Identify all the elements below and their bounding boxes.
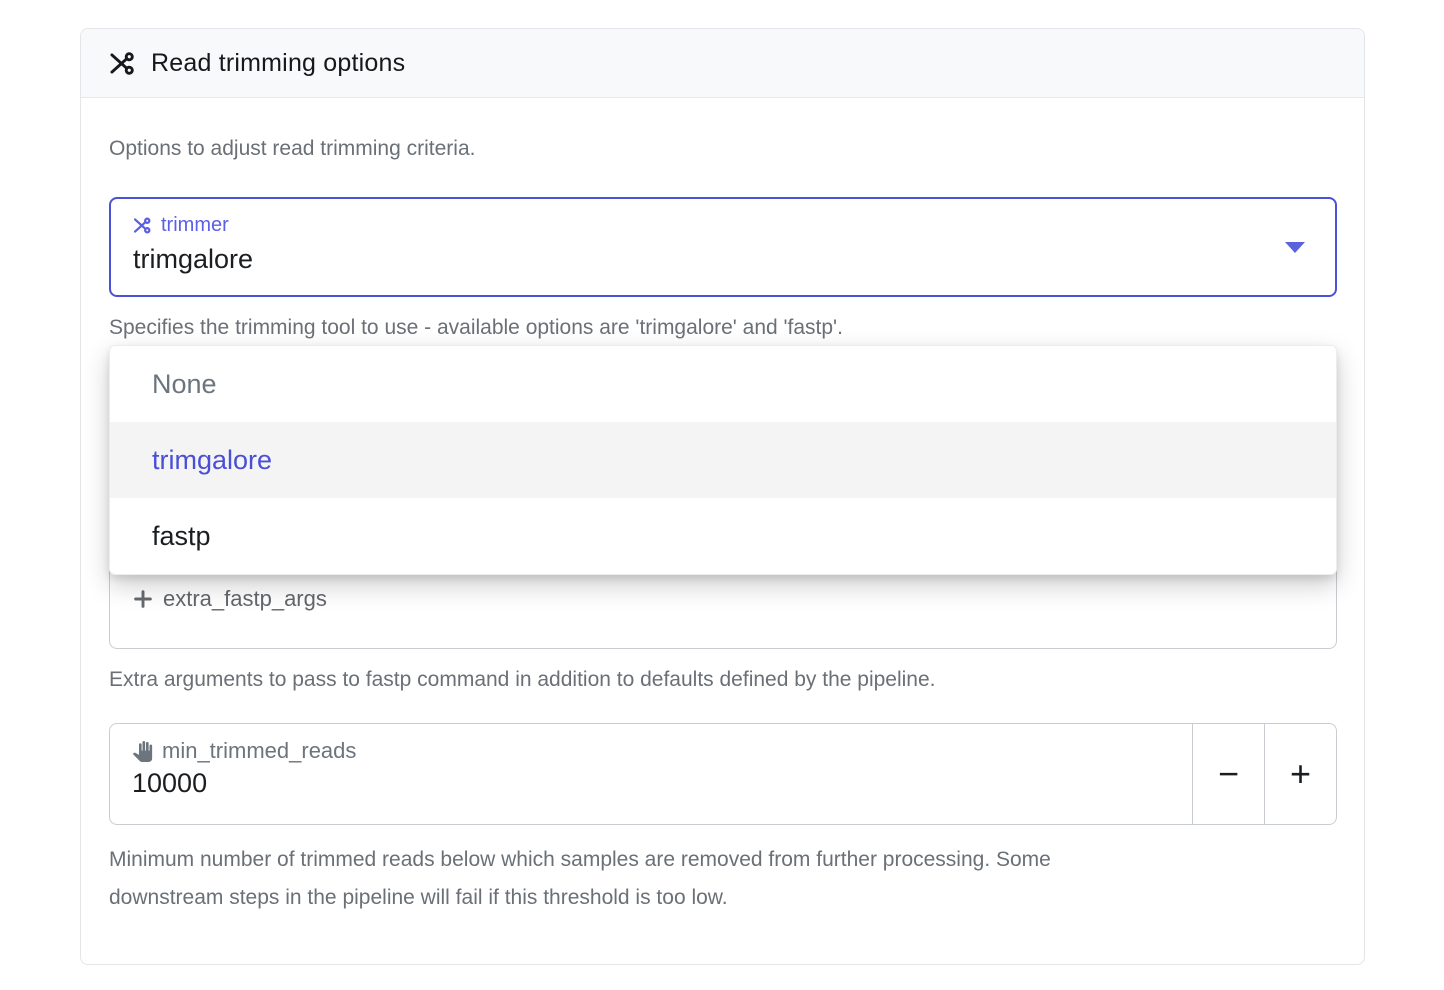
trimmer-select[interactable]: trimmer trimgalore (109, 197, 1337, 297)
min-trimmed-reads-label: min_trimmed_reads (162, 738, 356, 764)
trimmer-label-row: trimmer (133, 214, 1313, 237)
min-trimmed-reads-help-text: Minimum number of trimmed reads below wh… (109, 841, 1089, 917)
extra-fastp-args-label-row: extra_fastp_args (132, 586, 1314, 612)
section-description: Options to adjust read trimming criteria… (109, 137, 475, 161)
dropdown-option-fastp[interactable]: fastp (110, 498, 1336, 574)
trimmer-field-value: trimgalore (133, 244, 1313, 275)
chevron-down-icon (1285, 242, 1305, 253)
trimmer-field-label: trimmer (161, 214, 229, 237)
increment-button[interactable]: + (1265, 723, 1337, 825)
scissors-icon (133, 216, 152, 235)
section-title: Read trimming options (151, 49, 405, 78)
hand-paper-icon (132, 741, 153, 762)
plus-icon (132, 588, 154, 610)
trimmer-help-text: Specifies the trimming tool to use - ava… (109, 314, 843, 342)
min-trimmed-reads-label-row: min_trimmed_reads (132, 738, 1170, 764)
extra-fastp-args-label: extra_fastp_args (163, 586, 327, 612)
min-trimmed-reads-group: min_trimmed_reads 10000 − + (109, 723, 1337, 825)
extra-fastp-args-help-text: Extra arguments to pass to fastp command… (109, 666, 936, 694)
decrement-button[interactable]: − (1193, 723, 1265, 825)
min-trimmed-reads-field[interactable]: min_trimmed_reads 10000 (109, 723, 1193, 825)
min-trimmed-reads-value: 10000 (132, 768, 1170, 799)
trimmer-dropdown-menu: None trimgalore fastp (109, 345, 1337, 575)
dropdown-option-none[interactable]: None (110, 346, 1336, 422)
read-trimming-options-card: Read trimming options Options to adjust … (80, 28, 1365, 965)
section-header: Read trimming options (81, 29, 1364, 98)
dropdown-option-trimgalore[interactable]: trimgalore (110, 422, 1336, 498)
scissors-icon (109, 50, 136, 77)
